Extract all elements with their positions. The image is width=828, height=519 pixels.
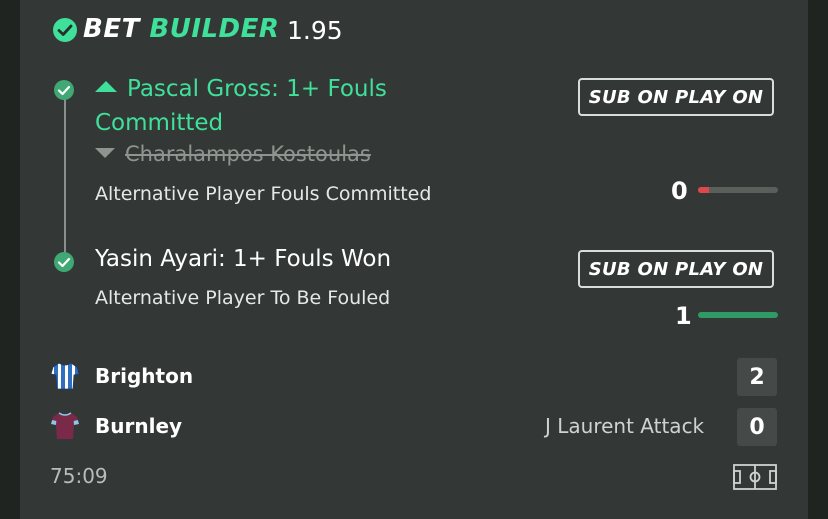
leg-1-progress-bar: [698, 187, 778, 193]
sub-on-arrow-up-icon: [95, 81, 117, 92]
title-bet: BET: [83, 14, 140, 44]
sub-off-arrow-down-icon: [95, 148, 115, 158]
sub-on-play-on-button-1[interactable]: SUB ON PLAY ON: [578, 78, 774, 116]
match-status: J Laurent Attack: [545, 414, 705, 438]
timeline-line: [64, 98, 66, 258]
leg-2-title: Yasin Ayari: 1+ Fouls Won: [95, 246, 392, 272]
burnley-shirt-icon: [51, 412, 79, 439]
leg-1-original-player: Charalampos Kostoulas: [95, 142, 371, 166]
leg-2-progress-fill: [698, 312, 778, 318]
leg-1-progress-value: 0: [671, 177, 688, 205]
leg-1-check-icon: [54, 80, 74, 100]
title-builder: BUILDER: [149, 14, 280, 44]
leg-1-description: Alternative Player Fouls Committed: [95, 183, 432, 205]
leg-1-title: Pascal Gross: 1+ Fouls Committed: [95, 72, 455, 140]
leg-2-description: Alternative Player To Be Fouled: [95, 287, 391, 309]
away-team-name: Burnley: [95, 414, 183, 438]
away-score: 0: [737, 408, 777, 446]
bet-builder-title: BET BUILDER: [83, 14, 279, 44]
bet-odds: 1.95: [287, 16, 343, 45]
leg-2-check-icon: [54, 252, 74, 272]
leg-2-progress-bar: [698, 312, 778, 318]
pitch-icon[interactable]: [733, 464, 777, 490]
match-clock: 75:09: [50, 464, 108, 488]
home-score: 2: [737, 358, 777, 396]
brighton-shirt-icon: [50, 362, 80, 390]
leg-1-original-player-text: Charalampos Kostoulas: [125, 142, 371, 166]
sub-on-play-on-button-2[interactable]: SUB ON PLAY ON: [578, 250, 774, 288]
leg-2-progress-value: 1: [675, 302, 692, 330]
leg-1-title-text: Pascal Gross: 1+ Fouls Committed: [95, 76, 387, 136]
check-circle-icon: [53, 18, 77, 42]
home-team-name: Brighton: [95, 364, 194, 388]
leg-1-progress-fill: [698, 187, 710, 193]
